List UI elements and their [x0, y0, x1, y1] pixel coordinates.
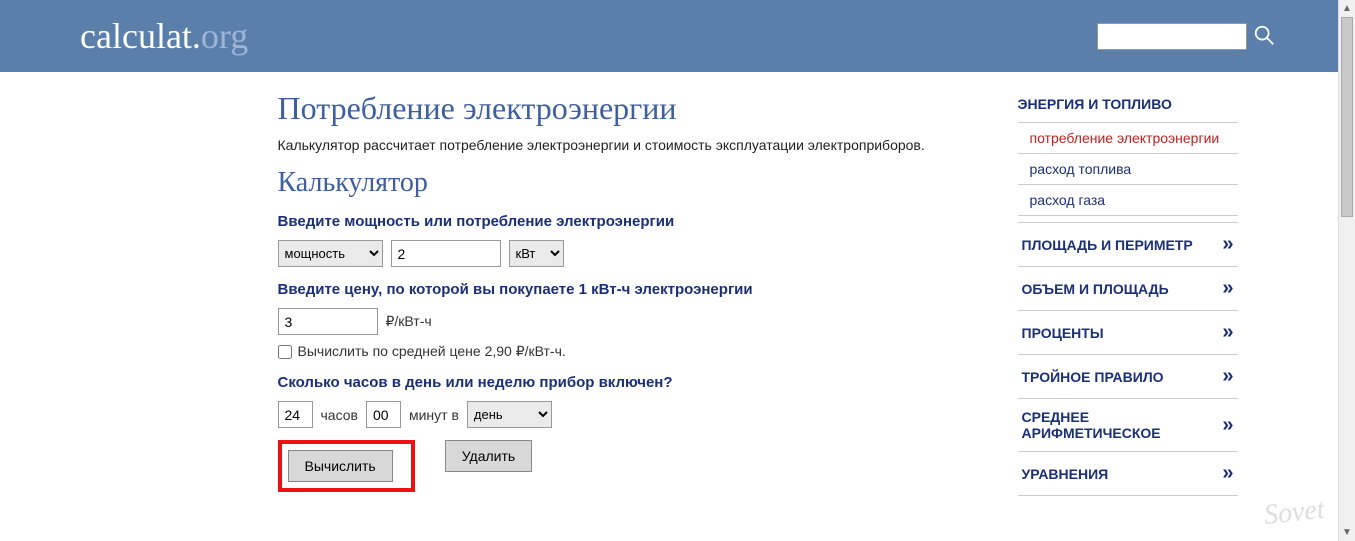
power-input[interactable] — [391, 240, 501, 267]
avg-price-checkbox[interactable] — [278, 345, 292, 359]
main-content: Потребление электроэнергии Калькулятор р… — [118, 90, 978, 496]
sidebar-sub-list: потребление электроэнергии расход топлив… — [1018, 122, 1238, 216]
sidebar-item-gas[interactable]: расход газа — [1018, 185, 1238, 216]
search-input[interactable] — [1097, 23, 1247, 50]
page-description: Калькулятор рассчитает потребление элект… — [278, 137, 978, 153]
hours-label: Сколько часов в день или неделю прибор в… — [278, 374, 978, 391]
search-wrap — [1097, 23, 1275, 50]
sidebar-cat-link[interactable]: ОБЪЕМ И ПЛОЩАДЬ — [1022, 281, 1169, 297]
hours-input[interactable] — [278, 401, 313, 428]
page-title: Потребление электроэнергии — [278, 90, 978, 127]
power-label: Введите мощность или потребление электро… — [278, 213, 978, 230]
sidebar-cat-percent[interactable]: ПРОЦЕНТЫ » — [1018, 311, 1238, 355]
avg-price-label: Вычислить по средней цене 2,90 ₽/кВт-ч. — [298, 343, 566, 360]
sidebar-cat-equations[interactable]: УРАВНЕНИЯ » — [1018, 452, 1238, 496]
minutes-unit: минут в — [409, 407, 459, 423]
scroll-up-icon[interactable]: ▲ — [1339, 0, 1355, 17]
sidebar-item-fuel[interactable]: расход топлива — [1018, 154, 1238, 185]
sidebar-item-energy-consumption[interactable]: потребление электроэнергии — [1018, 123, 1238, 154]
sidebar-heading: ЭНЕРГИЯ И ТОПЛИВО — [1018, 90, 1238, 122]
calc-heading: Калькулятор — [278, 167, 978, 199]
sidebar-cat-link[interactable]: ПЛОЩАДЬ И ПЕРИМЕТР — [1022, 237, 1193, 253]
site-logo[interactable]: calculat.org — [80, 15, 248, 57]
chevron-right-icon: » — [1222, 365, 1233, 388]
chevron-right-icon: » — [1222, 414, 1233, 437]
calculate-button[interactable]: Вычислить — [288, 450, 393, 482]
sidebar-link[interactable]: потребление электроэнергии — [1030, 130, 1220, 146]
period-select[interactable]: день — [467, 401, 552, 428]
sidebar-cat-link[interactable]: ТРОЙНОЕ ПРАВИЛО — [1022, 369, 1164, 385]
sidebar-cat-link[interactable]: СРЕДНЕЕ АРИФМЕТИЧЕСКОЕ — [1022, 409, 1223, 441]
sidebar-cat-avg[interactable]: СРЕДНЕЕ АРИФМЕТИЧЕСКОЕ» — [1018, 399, 1238, 452]
sidebar: ЭНЕРГИЯ И ТОПЛИВО потребление электроэне… — [1018, 90, 1238, 496]
unit-select[interactable]: кВт — [509, 240, 564, 267]
logo-dot: . — [192, 16, 201, 56]
price-input[interactable] — [278, 308, 378, 335]
search-icon[interactable] — [1253, 24, 1275, 49]
sidebar-cat-link[interactable]: ПРОЦЕНТЫ — [1022, 325, 1104, 341]
logo-org: org — [201, 16, 248, 56]
hours-unit: часов — [321, 407, 358, 423]
chevron-right-icon: » — [1222, 462, 1233, 485]
sidebar-link[interactable]: расход газа — [1030, 192, 1106, 208]
price-unit: ₽/кВт-ч — [386, 313, 432, 330]
scrollbar-thumb[interactable] — [1341, 17, 1353, 217]
chevron-right-icon: » — [1222, 277, 1233, 300]
scrollbar[interactable]: ▲ ▼ — [1338, 0, 1355, 541]
sidebar-link[interactable]: расход топлива — [1030, 161, 1132, 177]
watermark: Sovet — [1263, 494, 1327, 532]
sidebar-cat-link[interactable]: УРАВНЕНИЯ — [1022, 466, 1109, 482]
mode-select[interactable]: мощность — [278, 240, 383, 267]
minutes-input[interactable] — [366, 401, 401, 428]
highlight-box: Вычислить — [278, 440, 415, 492]
chevron-right-icon: » — [1222, 233, 1233, 256]
clear-button[interactable]: Удалить — [445, 440, 532, 472]
sidebar-cat-area[interactable]: ПЛОЩАДЬ И ПЕРИМЕТР » — [1018, 222, 1238, 267]
chevron-right-icon: » — [1222, 321, 1233, 344]
sidebar-cat-volume[interactable]: ОБЪЕМ И ПЛОЩАДЬ » — [1018, 267, 1238, 311]
scroll-down-icon[interactable]: ▼ — [1339, 524, 1355, 541]
price-label: Введите цену, по которой вы покупаете 1 … — [278, 281, 978, 298]
logo-main: calculat — [80, 16, 192, 56]
header-bar: calculat.org — [0, 0, 1355, 72]
sidebar-category-list: ПЛОЩАДЬ И ПЕРИМЕТР » ОБЪЕМ И ПЛОЩАДЬ » ПРО… — [1018, 222, 1238, 496]
scrollbar-track[interactable] — [1339, 17, 1355, 524]
sidebar-cat-triple[interactable]: ТРОЙНОЕ ПРАВИЛО » — [1018, 355, 1238, 399]
